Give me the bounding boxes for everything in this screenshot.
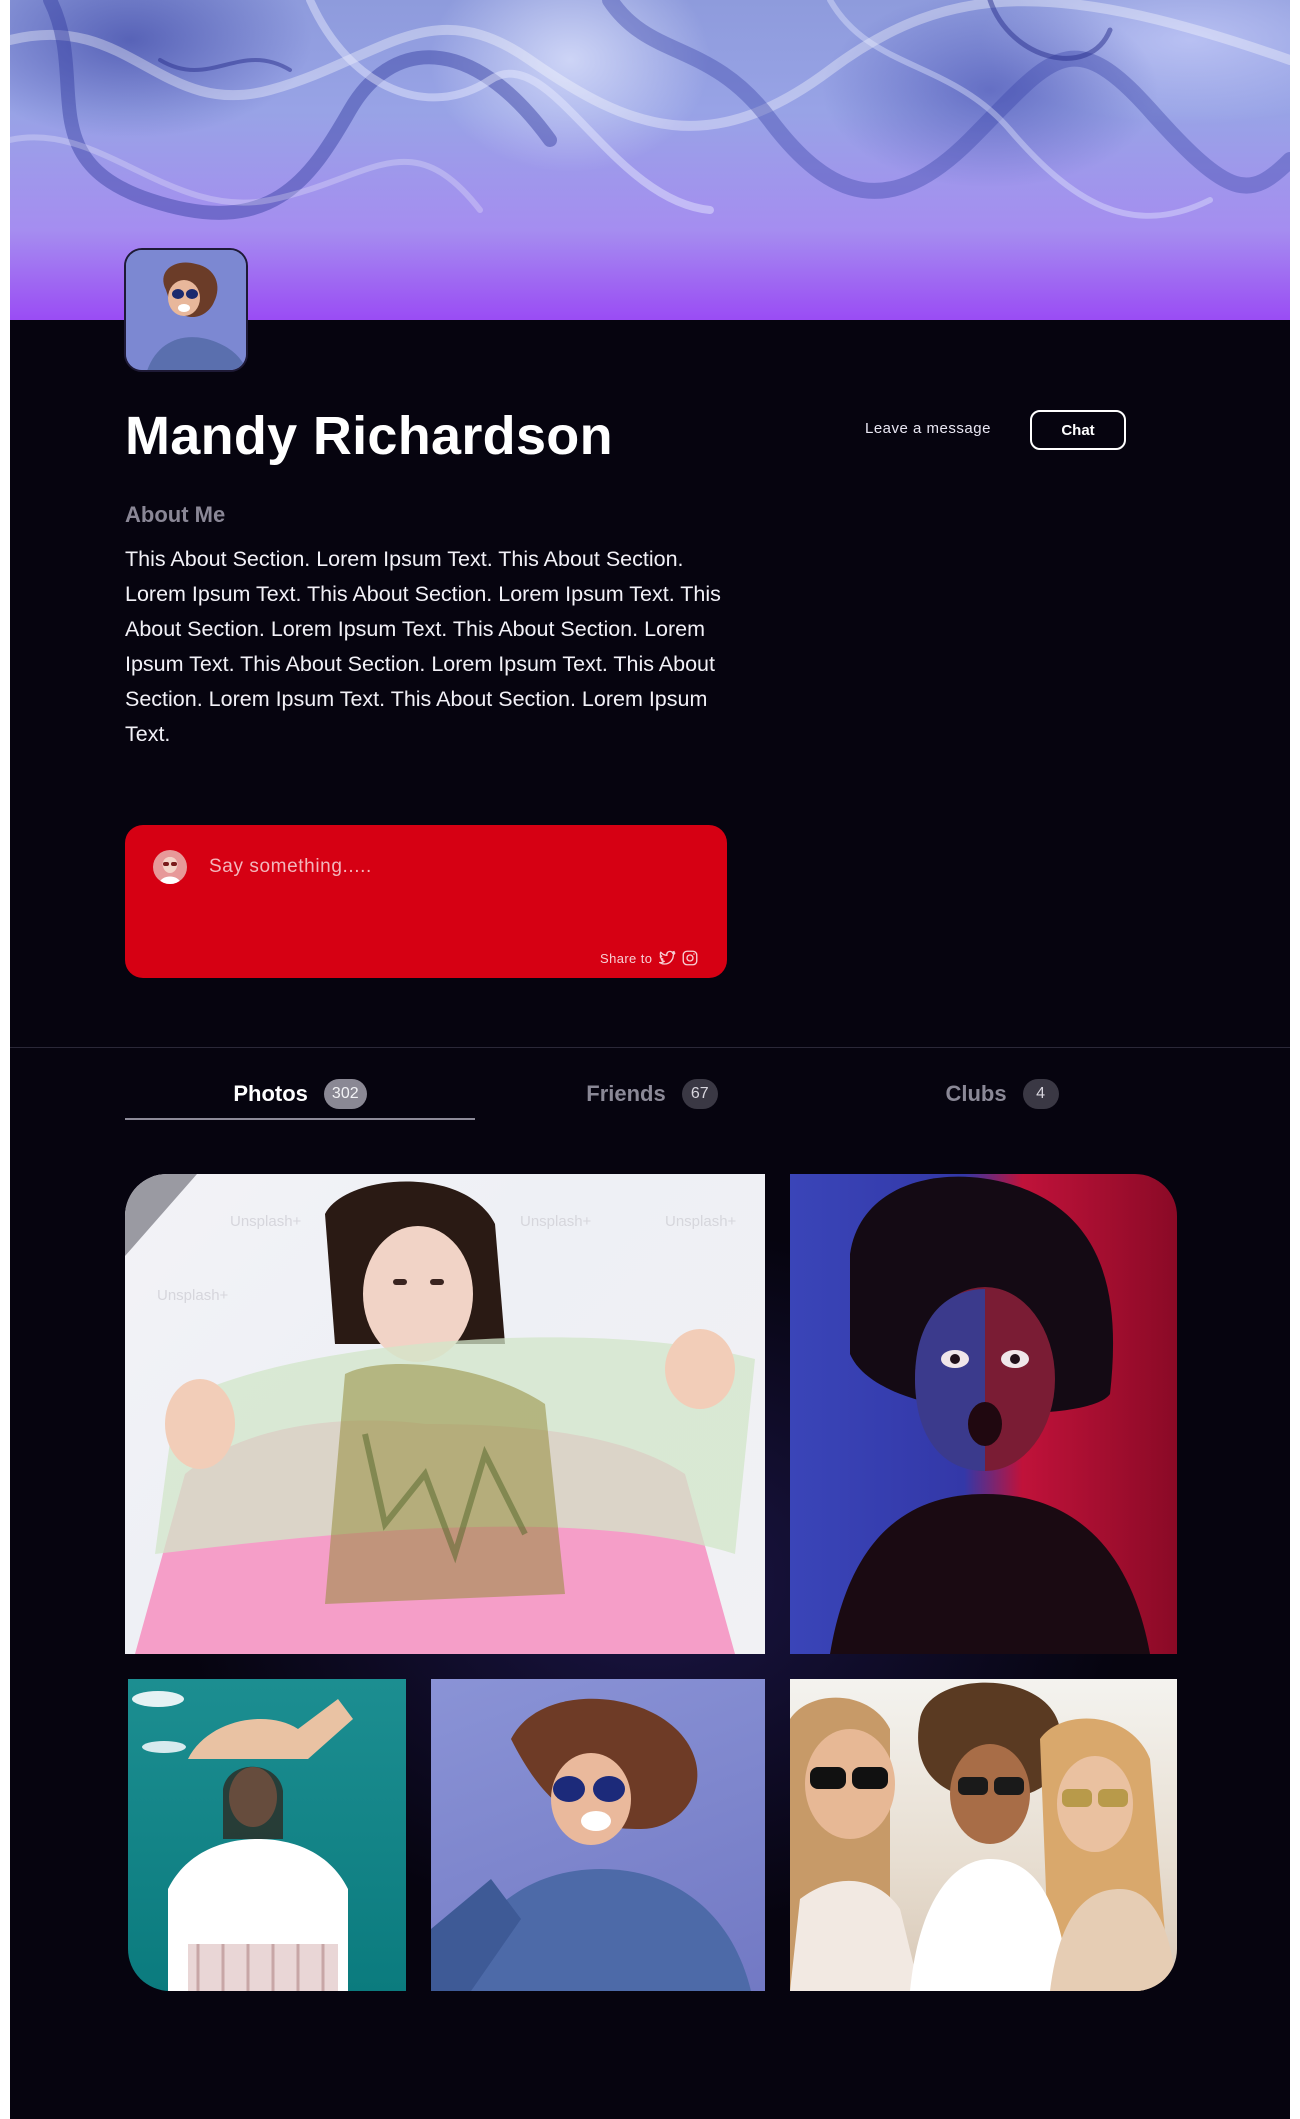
photo-shocked-woman[interactable]	[790, 1174, 1177, 1654]
profile-tabs: Photos 302 Friends 67 Clubs 4	[125, 1070, 1175, 1120]
tab-friends-label: Friends	[586, 1081, 666, 1106]
photo-woman-teal-sky[interactable]	[128, 1679, 406, 1991]
composer-avatar	[153, 850, 187, 884]
watermark-text: Unsplash+	[665, 1213, 737, 1230]
post-input[interactable]	[209, 851, 689, 883]
twitter-icon[interactable]	[658, 949, 676, 967]
tab-friends-count: 67	[681, 1079, 718, 1109]
watermark-text: Unsplash+	[157, 1287, 229, 1304]
photo-woman-sunglasses[interactable]	[431, 1679, 765, 1991]
tab-clubs[interactable]: Clubs 4	[829, 1070, 1175, 1118]
active-tab-indicator	[125, 1118, 475, 1120]
tab-clubs-count: 4	[1022, 1079, 1059, 1109]
section-divider	[10, 1047, 1290, 1048]
share-to-label: Share to	[600, 951, 653, 966]
profile-avatar[interactable]	[124, 248, 248, 372]
about-heading: About Me	[125, 502, 226, 527]
leave-message-link[interactable]: Leave a message	[865, 420, 991, 437]
tab-photos-count: 302	[323, 1079, 367, 1109]
tab-photos[interactable]: Photos 302	[125, 1070, 475, 1118]
tab-clubs-label: Clubs	[945, 1081, 1007, 1106]
instagram-icon[interactable]	[681, 949, 699, 967]
tab-photos-label: Photos	[233, 1081, 308, 1106]
watermark-text: Unsplash+	[520, 1213, 592, 1230]
post-composer: Share to	[125, 825, 727, 978]
profile-page: Mandy Richardson Leave a message Chat Ab…	[10, 0, 1290, 2119]
profile-name: Mandy Richardson	[125, 406, 613, 466]
watermark-text: Unsplash+	[230, 1213, 302, 1230]
tab-friends[interactable]: Friends 67	[477, 1070, 827, 1118]
about-text: This About Section. Lorem Ipsum Text. Th…	[125, 547, 721, 746]
photo-girl-holographic-foil[interactable]: Unsplash+ Unsplash+ Unsplash+ Unsplash+	[125, 1174, 765, 1654]
photo-three-friends[interactable]	[790, 1679, 1177, 1991]
chat-button[interactable]: Chat	[1030, 410, 1126, 450]
